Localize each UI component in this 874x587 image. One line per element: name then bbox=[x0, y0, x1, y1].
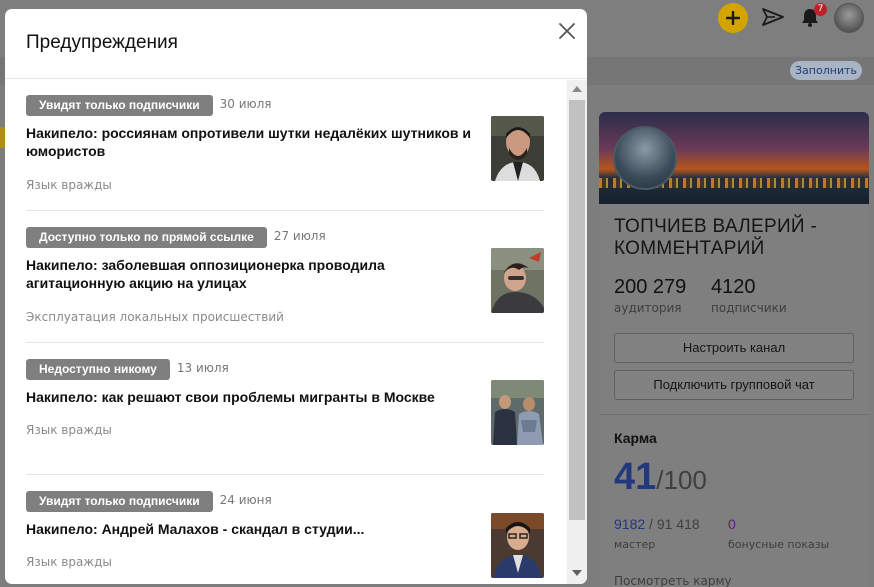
article-title[interactable]: Накипело: заболевшая оппозиционерка пров… bbox=[26, 256, 481, 292]
bonus-label: бонусные показы bbox=[728, 538, 830, 551]
channel-cover-image bbox=[599, 112, 869, 204]
visibility-badge: Увидят только подписчики bbox=[26, 95, 213, 116]
article-title[interactable]: Накипело: россиянам опротивели шутки нед… bbox=[26, 124, 481, 160]
warning-item[interactable]: Увидят только подписчики 30 июля Накипело… bbox=[26, 94, 544, 204]
karma-title: Карма bbox=[614, 430, 657, 446]
warning-date: 24 июня bbox=[219, 493, 272, 507]
karma-value: 41 bbox=[614, 456, 657, 498]
item-divider bbox=[26, 210, 544, 211]
view-karma-link[interactable]: Посмотреть карму bbox=[614, 574, 732, 587]
channel-name: ТОПЧИЕВ ВАЛЕРИЙ - КОММЕНТАРИЙ bbox=[614, 216, 818, 259]
karma-score: 41/100 bbox=[614, 456, 707, 499]
visibility-badge: Увидят только подписчики bbox=[26, 491, 213, 512]
master-total: / 91 418 bbox=[645, 516, 700, 532]
notification-count-badge: 7 bbox=[814, 3, 827, 16]
audience-value: 200 279 bbox=[614, 276, 687, 298]
warning-date: 30 июля bbox=[219, 97, 272, 111]
warning-reason: Язык вражды bbox=[26, 178, 112, 192]
visibility-badge: Доступно только по прямой ссылке bbox=[26, 227, 267, 248]
item-divider bbox=[26, 342, 544, 343]
modal-scrollbar[interactable] bbox=[567, 80, 587, 584]
channel-avatar[interactable] bbox=[613, 126, 677, 190]
warning-reason: Язык вражды bbox=[26, 555, 112, 569]
warning-date: 27 июля bbox=[273, 229, 326, 243]
card-divider bbox=[599, 414, 869, 415]
warning-item[interactable]: Недоступно никому 13 июля Накипело: как р… bbox=[26, 358, 544, 468]
warnings-modal: Предупреждения Увидят только подписчики 3… bbox=[5, 9, 587, 584]
subscribers-label: подписчики bbox=[711, 301, 787, 315]
setup-channel-button[interactable]: Настроить канал bbox=[614, 333, 854, 363]
master-label: мастер bbox=[614, 538, 656, 551]
close-icon[interactable] bbox=[556, 20, 578, 42]
warning-reason: Эксплуатация локальных происшествий bbox=[26, 310, 284, 324]
warning-meta: Доступно только по прямой ссылке 27 июля bbox=[26, 226, 544, 248]
karma-max: /100 bbox=[656, 465, 707, 495]
visibility-badge: Недоступно никому bbox=[26, 359, 170, 380]
audience-label: аудитория bbox=[614, 301, 682, 315]
article-thumbnail[interactable] bbox=[491, 116, 544, 181]
item-divider bbox=[26, 474, 544, 475]
modal-header: Предупреждения bbox=[5, 9, 587, 79]
article-thumbnail[interactable] bbox=[491, 513, 544, 578]
master-value: 9182 bbox=[614, 516, 646, 532]
article-title[interactable]: Накипело: как решают свои проблемы мигра… bbox=[26, 388, 486, 406]
scroll-thumb[interactable] bbox=[569, 100, 585, 520]
master-score: 9182 / 91 418 bbox=[614, 516, 700, 532]
send-icon[interactable] bbox=[761, 7, 785, 27]
warnings-list: Увидят только подписчики 30 июля Накипело… bbox=[5, 80, 567, 584]
scroll-down-arrow[interactable] bbox=[572, 570, 582, 576]
channel-card: ТОПЧИЕВ ВАЛЕРИЙ - КОММЕНТАРИЙ 200 279 ау… bbox=[599, 112, 869, 587]
article-thumbnail[interactable] bbox=[491, 248, 544, 313]
subscribers-value: 4120 bbox=[711, 276, 756, 298]
scroll-up-arrow[interactable] bbox=[572, 86, 582, 92]
warning-meta: Недоступно никому 13 июля bbox=[26, 358, 544, 380]
warning-item[interactable]: Увидят только подписчики 24 июня Накипело… bbox=[26, 490, 544, 584]
plus-icon bbox=[726, 11, 740, 25]
warning-meta: Увидят только подписчики 24 июня bbox=[26, 490, 544, 512]
article-thumbnail[interactable] bbox=[491, 380, 544, 445]
article-title[interactable]: Накипело: Андрей Малахов - скандал в сту… bbox=[26, 520, 481, 538]
warning-date: 13 июля bbox=[176, 361, 229, 375]
fill-button[interactable]: Заполнить bbox=[790, 61, 862, 80]
bonus-value: 0 bbox=[728, 516, 736, 532]
user-avatar[interactable] bbox=[834, 3, 864, 33]
add-publication-button[interactable] bbox=[718, 3, 748, 33]
warning-item[interactable]: Доступно только по прямой ссылке 27 июля … bbox=[26, 226, 544, 336]
warning-reason: Язык вражды bbox=[26, 423, 112, 437]
warning-meta: Увидят только подписчики 30 июля bbox=[26, 94, 544, 116]
modal-title: Предупреждения bbox=[26, 32, 178, 53]
connect-group-chat-button[interactable]: Подключить групповой чат bbox=[614, 370, 854, 400]
